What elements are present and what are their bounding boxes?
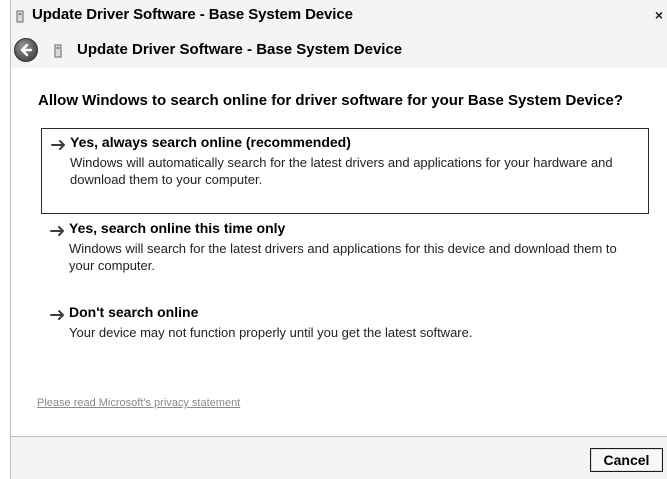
option-always-search-online[interactable]: Yes, always search online (recommended) …: [41, 128, 649, 214]
option-description: Your device may not function properly un…: [69, 325, 473, 340]
wizard-footer: Cancel: [10, 437, 667, 479]
option-title: Don't search online: [69, 304, 199, 320]
cancel-button[interactable]: Cancel: [590, 448, 663, 472]
wizard-header: Update Driver Software - Base System Dev…: [10, 33, 667, 68]
header-title: Update Driver Software - Base System Dev…: [77, 41, 403, 58]
close-button[interactable]: ×: [652, 7, 666, 23]
back-arrow-icon: [20, 43, 33, 57]
option-title: Yes, search online this time only: [69, 220, 286, 236]
page-question: Allow Windows to search online for drive…: [38, 92, 624, 109]
device-icon: [53, 44, 63, 58]
window-title: Update Driver Software - Base System Dev…: [32, 6, 353, 23]
title-bar[interactable]: Update Driver Software - Base System Dev…: [10, 0, 667, 34]
green-arrow-icon: [50, 308, 66, 320]
green-arrow-icon: [51, 138, 67, 150]
device-icon: [15, 10, 25, 23]
privacy-statement-link[interactable]: Please read Microsoft's privacy statemen…: [37, 397, 240, 409]
update-driver-dialog: Update Driver Software - Base System Dev…: [0, 0, 667, 479]
option-title: Yes, always search online (recommended): [70, 134, 351, 150]
option-description: Windows will search for the latest drive…: [69, 241, 617, 273]
option-description: Windows will automatically search for th…: [70, 155, 613, 187]
wizard-content: Allow Windows to search online for drive…: [10, 68, 667, 437]
green-arrow-icon: [50, 224, 66, 236]
back-button[interactable]: [14, 38, 38, 62]
option-search-online-this-time[interactable]: Yes, search online this time only Window…: [41, 215, 649, 285]
option-dont-search-online[interactable]: Don't search online Your device may not …: [41, 299, 649, 349]
